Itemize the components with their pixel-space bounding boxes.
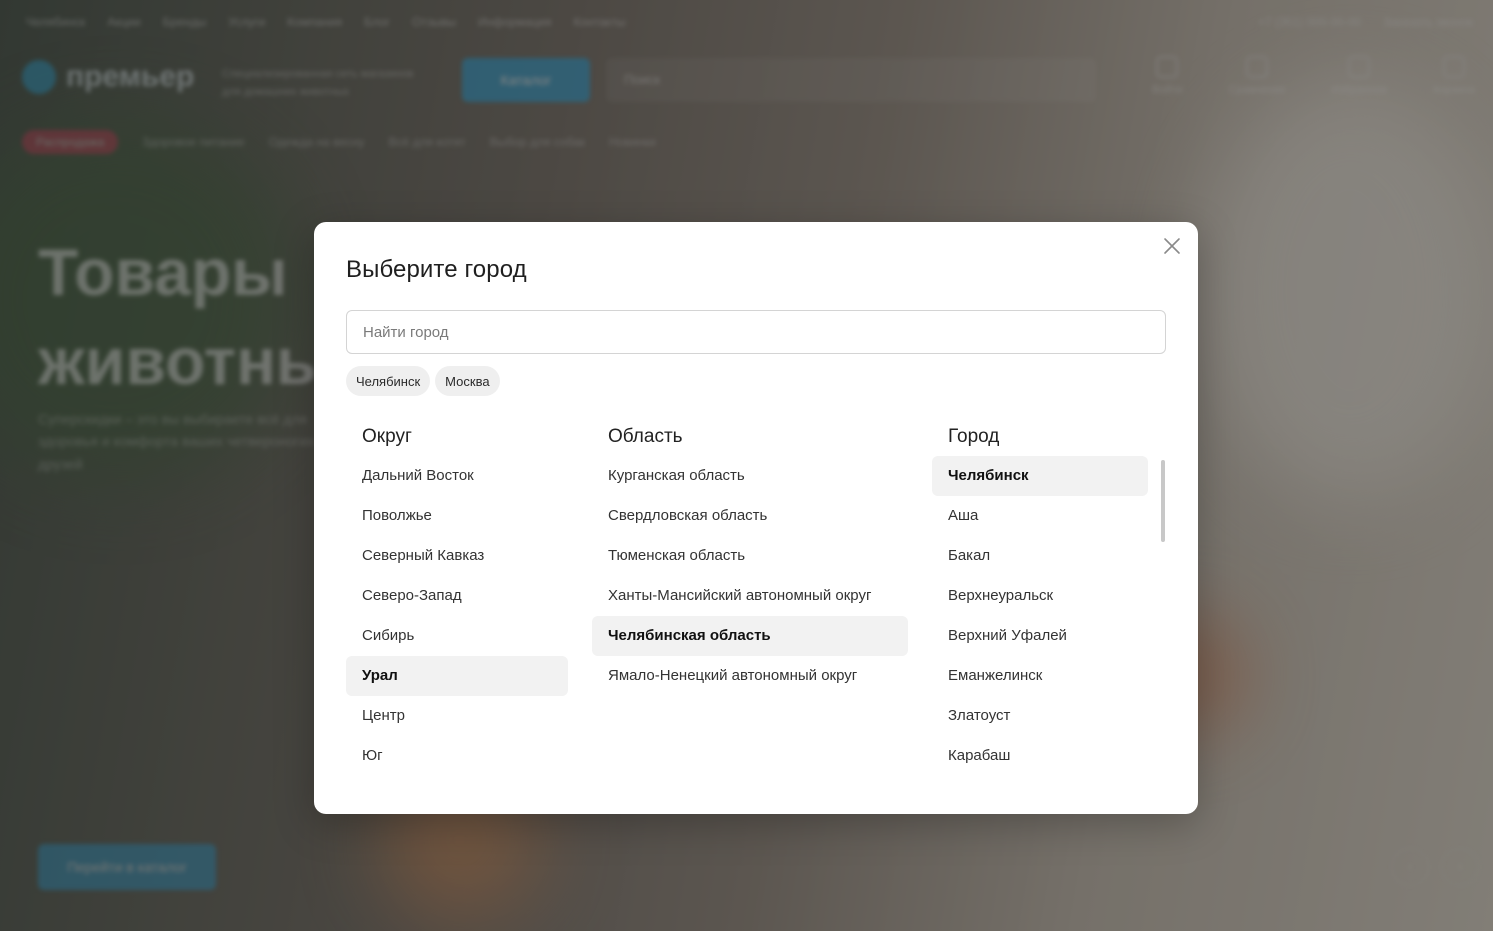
- city-header: Город: [948, 426, 1000, 447]
- city-list[interactable]: Челябинск Аша Бакал Верхнеуральск Верхни…: [932, 456, 1148, 780]
- city-item[interactable]: Верхнеуральск: [932, 576, 1148, 616]
- city-item[interactable]: Аша: [932, 496, 1148, 536]
- district-list: Дальний Восток Поволжье Северный Кавказ …: [346, 456, 568, 776]
- district-item[interactable]: Юг: [346, 736, 568, 776]
- city-search-input[interactable]: [346, 310, 1166, 354]
- district-item-selected[interactable]: Урал: [346, 656, 568, 696]
- quick-city-chelyabinsk[interactable]: Челябинск: [346, 366, 431, 396]
- region-header: Область: [608, 426, 683, 447]
- city-item[interactable]: Златоуст: [932, 696, 1148, 736]
- region-list: Курганская область Свердловская область …: [592, 456, 908, 696]
- region-column: Область Курганская область Свердловская …: [592, 418, 908, 696]
- city-column: Город Челябинск Аша Бакал Верхнеуральск …: [932, 418, 1148, 780]
- city-item-selected[interactable]: Челябинск: [932, 456, 1148, 496]
- region-item[interactable]: Свердловская область: [592, 496, 908, 536]
- city-item[interactable]: Бакал: [932, 536, 1148, 576]
- district-item[interactable]: Центр: [346, 696, 568, 736]
- region-item[interactable]: Ямало-Ненецкий автономный округ: [592, 656, 908, 696]
- modal-title: Выберите город: [346, 256, 527, 283]
- district-item[interactable]: Сибирь: [346, 616, 568, 656]
- close-icon: [1164, 238, 1180, 254]
- region-item[interactable]: Курганская область: [592, 456, 908, 496]
- district-item[interactable]: Северо-Запад: [346, 576, 568, 616]
- city-item[interactable]: Карабаш: [932, 736, 1148, 776]
- district-item[interactable]: Северный Кавказ: [346, 536, 568, 576]
- city-scroll-thumb[interactable]: [1161, 460, 1165, 542]
- district-item[interactable]: Поволжье: [346, 496, 568, 536]
- district-column: Округ Дальний Восток Поволжье Северный К…: [346, 418, 568, 776]
- close-button[interactable]: [1160, 234, 1184, 258]
- city-scrollbar[interactable]: [1160, 460, 1165, 790]
- region-item[interactable]: Тюменская область: [592, 536, 908, 576]
- region-item[interactable]: Ханты-Мансийский автономный округ: [592, 576, 908, 616]
- quick-city-moscow[interactable]: Москва: [435, 366, 500, 396]
- city-item[interactable]: Верхний Уфалей: [932, 616, 1148, 656]
- district-header: Округ: [362, 426, 412, 447]
- city-select-modal: Выберите город Челябинск Москва Округ Да…: [314, 222, 1198, 814]
- region-item-selected[interactable]: Челябинская область: [592, 616, 908, 656]
- city-item[interactable]: Еманжелинск: [932, 656, 1148, 696]
- district-item[interactable]: Дальний Восток: [346, 456, 568, 496]
- quick-cities: Челябинск Москва: [346, 366, 500, 396]
